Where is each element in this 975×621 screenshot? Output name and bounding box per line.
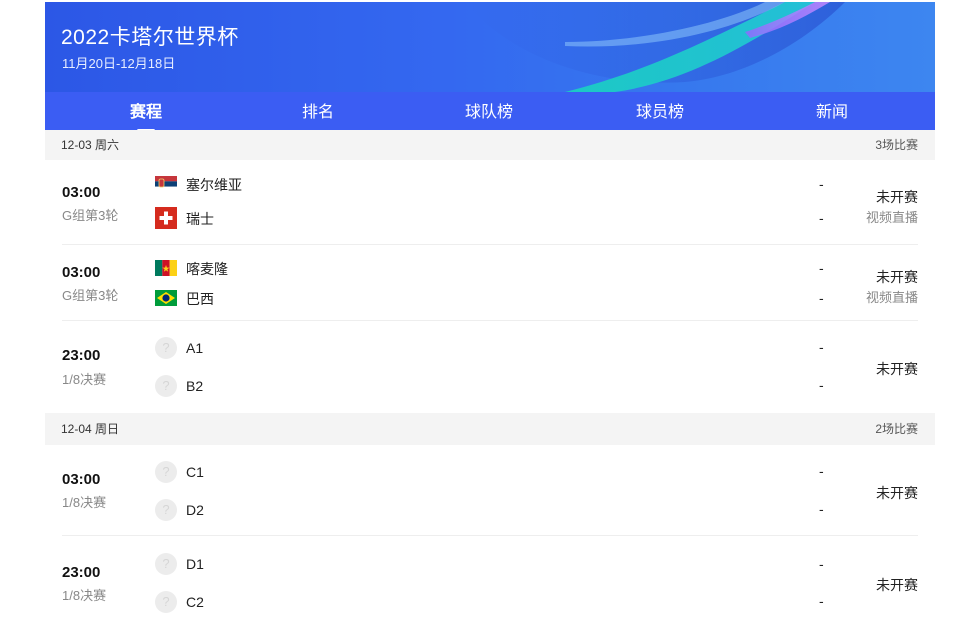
match-time: 23:00 bbox=[62, 347, 101, 364]
placeholder-team-icon: ? bbox=[155, 499, 177, 521]
placeholder-team-icon: ? bbox=[155, 375, 177, 397]
home-score: - bbox=[819, 260, 824, 276]
match-time: 03:00 bbox=[62, 184, 101, 201]
away-score: - bbox=[819, 501, 824, 517]
match-row[interactable]: 03:00 G组第3轮 塞尔维亚 瑞士 - - 未开赛 视频直播 bbox=[45, 160, 935, 245]
tab-label: 排名 bbox=[301, 104, 334, 121]
match-time: 23:00 bbox=[62, 564, 101, 581]
team-name: D2 bbox=[186, 502, 204, 518]
match-status: 未开赛 bbox=[876, 577, 918, 593]
placeholder-team-icon: ? bbox=[155, 461, 177, 483]
away-score: - bbox=[819, 377, 824, 393]
team-name: 巴西 bbox=[186, 291, 214, 307]
home-score: - bbox=[819, 463, 824, 479]
team-name: D1 bbox=[186, 556, 204, 572]
match-status: 未开赛 bbox=[876, 189, 918, 205]
home-score: - bbox=[819, 339, 824, 355]
page-title: 2022卡塔尔世界杯 bbox=[61, 26, 239, 49]
match-row[interactable]: 23:00 1/8决赛 ? A1 ? B2 - - 未开赛 bbox=[45, 321, 935, 413]
match-stage: G组第3轮 bbox=[62, 208, 119, 223]
header-banner: 2022卡塔尔世界杯 11月20日-12月18日 bbox=[45, 2, 935, 92]
match-status: 未开赛 bbox=[876, 485, 918, 501]
match-time: 03:00 bbox=[62, 471, 101, 488]
away-score: - bbox=[819, 593, 824, 609]
day-match-count: 2场比赛 bbox=[875, 422, 918, 436]
schedule-panel: 2022卡塔尔世界杯 11月20日-12月18日 赛程 排名 球队榜 球员榜 新… bbox=[45, 2, 935, 621]
tournament-dates: 11月20日-12月18日 bbox=[62, 56, 176, 71]
match-row[interactable]: 03:00 1/8决赛 ? C1 ? D2 - - 未开赛 bbox=[45, 445, 935, 536]
match-status: 未开赛 bbox=[876, 269, 918, 285]
match-stage: 1/8决赛 bbox=[62, 372, 107, 387]
video-live-link[interactable]: 视频直播 bbox=[866, 207, 918, 226]
serbia-flag-icon bbox=[155, 176, 177, 192]
team-name: C2 bbox=[186, 594, 204, 610]
away-score: - bbox=[819, 210, 824, 226]
placeholder-team-icon: ? bbox=[155, 337, 177, 359]
team-name: 塞尔维亚 bbox=[186, 177, 242, 193]
home-score: - bbox=[819, 176, 824, 192]
day-date: 12-04 周日 bbox=[61, 422, 120, 436]
away-score: - bbox=[819, 290, 824, 306]
day-match-count: 3场比赛 bbox=[875, 138, 918, 152]
placeholder-team-icon: ? bbox=[155, 591, 177, 613]
match-row[interactable]: 23:00 1/8决赛 ? D1 ? C2 - - 未开赛 bbox=[45, 536, 935, 621]
tab-label: 赛程 bbox=[129, 104, 162, 121]
tab-label: 球员榜 bbox=[635, 104, 684, 121]
day-header: 12-03 周六 3场比赛 bbox=[45, 130, 935, 160]
team-name: 瑞士 bbox=[186, 211, 214, 227]
match-stage: 1/8决赛 bbox=[62, 495, 107, 510]
match-row[interactable]: 03:00 G组第3轮 喀麦隆 巴西 - - 未开赛 视频直播 bbox=[45, 245, 935, 321]
tab-label: 球队榜 bbox=[464, 104, 513, 121]
team-name: 喀麦隆 bbox=[186, 261, 228, 277]
match-time: 03:00 bbox=[62, 264, 101, 281]
cameroon-flag-icon bbox=[155, 260, 177, 276]
team-name: A1 bbox=[186, 340, 204, 356]
placeholder-team-icon: ? bbox=[155, 553, 177, 575]
video-live-link[interactable]: 视频直播 bbox=[866, 287, 918, 306]
switzerland-flag-icon bbox=[155, 207, 177, 229]
team-name: C1 bbox=[186, 464, 204, 480]
brazil-flag-icon bbox=[155, 290, 177, 306]
day-date: 12-03 周六 bbox=[61, 138, 120, 152]
day-header: 12-04 周日 2场比赛 bbox=[45, 413, 935, 445]
match-stage: G组第3轮 bbox=[62, 288, 119, 303]
match-status: 未开赛 bbox=[876, 361, 918, 377]
home-score: - bbox=[819, 556, 824, 572]
match-stage: 1/8决赛 bbox=[62, 588, 107, 603]
tab-label: 新闻 bbox=[815, 104, 848, 121]
team-name: B2 bbox=[186, 378, 204, 394]
